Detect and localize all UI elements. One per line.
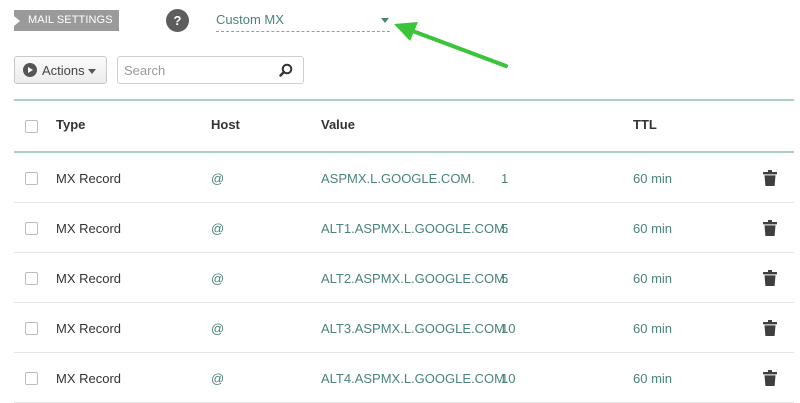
search-input[interactable] <box>124 61 274 79</box>
record-type: MX Record <box>56 171 122 186</box>
record-value[interactable]: ALT1.ASPMX.L.GOOGLE.COM. <box>321 221 509 236</box>
record-ttl[interactable]: 60 min <box>633 371 672 386</box>
record-value[interactable]: ALT3.ASPMX.L.GOOGLE.COM. <box>321 321 509 336</box>
record-host[interactable]: @ <box>211 321 224 336</box>
table-row: MX Record @ ALT1.ASPMX.L.GOOGLE.COM. 5 6… <box>14 203 794 253</box>
record-ttl[interactable]: 60 min <box>633 271 672 286</box>
record-priority[interactable]: 5 <box>501 221 508 236</box>
chevron-down-icon <box>88 69 96 74</box>
mail-type-dropdown[interactable]: Custom MX <box>216 11 390 32</box>
column-host[interactable]: Host <box>211 117 240 132</box>
record-priority[interactable]: 1 <box>501 171 508 186</box>
chevron-down-icon <box>381 18 389 23</box>
record-type: MX Record <box>56 221 122 236</box>
record-ttl[interactable]: 60 min <box>633 171 672 186</box>
record-type: MX Record <box>56 371 122 386</box>
section-tag: MAIL SETTINGS <box>14 10 119 31</box>
row-checkbox[interactable] <box>25 222 38 235</box>
actions-button[interactable]: Actions <box>14 56 107 84</box>
record-host[interactable]: @ <box>211 271 224 286</box>
help-icon[interactable]: ? <box>166 9 189 32</box>
table-row: MX Record @ ALT3.ASPMX.L.GOOGLE.COM. 10 … <box>14 303 794 353</box>
tag-notch <box>14 16 20 26</box>
table-row: MX Record @ ASPMX.L.GOOGLE.COM. 1 60 min <box>14 153 794 203</box>
column-ttl[interactable]: TTL <box>633 117 657 132</box>
table-header: Type Host Value TTL <box>14 99 794 153</box>
table-row: MX Record @ ALT2.ASPMX.L.GOOGLE.COM. 5 6… <box>14 253 794 303</box>
record-ttl[interactable]: 60 min <box>633 321 672 336</box>
column-type[interactable]: Type <box>56 117 85 132</box>
record-host[interactable]: @ <box>211 171 224 186</box>
play-icon <box>23 63 37 77</box>
row-checkbox[interactable] <box>25 172 38 185</box>
row-checkbox[interactable] <box>25 322 38 335</box>
search-icon[interactable] <box>279 63 293 77</box>
table-row: MX Record @ ALT4.ASPMX.L.GOOGLE.COM. 10 … <box>14 353 794 403</box>
trash-icon[interactable] <box>763 170 777 186</box>
row-checkbox[interactable] <box>25 272 38 285</box>
record-value[interactable]: ALT4.ASPMX.L.GOOGLE.COM. <box>321 371 509 386</box>
record-host[interactable]: @ <box>211 371 224 386</box>
section-label: MAIL SETTINGS <box>28 14 113 26</box>
record-type: MX Record <box>56 271 122 286</box>
record-type: MX Record <box>56 321 122 336</box>
trash-icon[interactable] <box>763 220 777 236</box>
record-priority[interactable]: 10 <box>501 371 515 386</box>
search-box <box>117 56 304 84</box>
trash-icon[interactable] <box>763 370 777 386</box>
column-value[interactable]: Value <box>321 117 355 132</box>
record-value[interactable]: ALT2.ASPMX.L.GOOGLE.COM. <box>321 271 509 286</box>
trash-icon[interactable] <box>763 320 777 336</box>
row-checkbox[interactable] <box>25 372 38 385</box>
select-all-checkbox[interactable] <box>25 120 38 133</box>
mx-records-table: Type Host Value TTL MX Record @ ASPMX.L.… <box>14 99 794 403</box>
record-ttl[interactable]: 60 min <box>633 221 672 236</box>
actions-label: Actions <box>42 63 85 78</box>
record-priority[interactable]: 5 <box>501 271 508 286</box>
record-value[interactable]: ASPMX.L.GOOGLE.COM. <box>321 171 475 186</box>
record-priority[interactable]: 10 <box>501 321 515 336</box>
record-host[interactable]: @ <box>211 221 224 236</box>
trash-icon[interactable] <box>763 270 777 286</box>
mail-type-selected: Custom MX <box>216 12 284 27</box>
